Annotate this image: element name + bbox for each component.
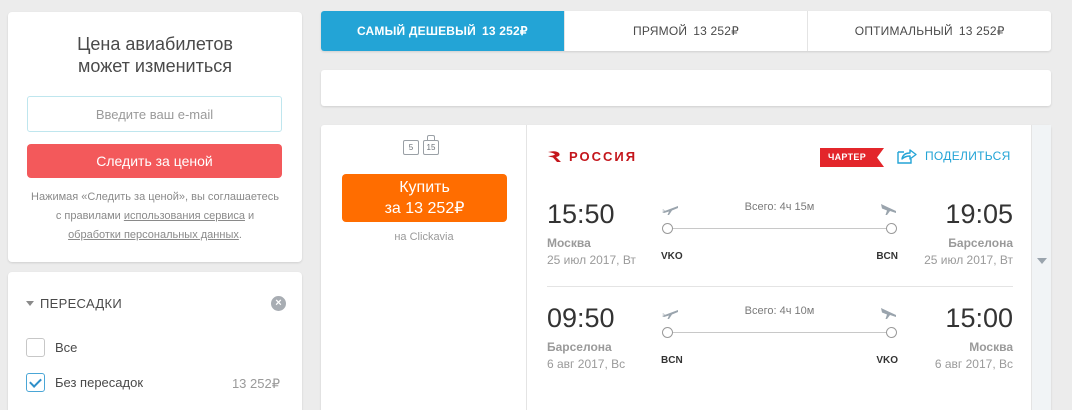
filter-option-label: Все <box>55 340 78 355</box>
flight-duration: Всего: 4ч 10м <box>744 305 815 317</box>
transfers-filter-toggle[interactable]: ПЕРЕСАДКИ <box>26 296 122 311</box>
departure-date: 25 июл 2017, Вт <box>547 253 636 267</box>
destination-airport-code: VKO <box>876 355 898 366</box>
landing-icon <box>881 308 896 319</box>
ticket-info: РОССИЯ ЧАРТЕР ПОДЕЛИТЬСЯ 15:50 Москва 25… <box>528 125 1031 410</box>
airline-logo: РОССИЯ <box>547 149 637 164</box>
tab-cheapest[interactable]: САМЫЙ ДЕШЕВЫЙ 13 252₽ <box>321 11 565 51</box>
transfers-filter-title: ПЕРЕСАДКИ <box>40 296 122 311</box>
departure-time: 15:50 <box>547 199 615 229</box>
baggage-info: 5 15 <box>403 135 439 155</box>
charter-badge: ЧАРТЕР <box>820 148 884 167</box>
route-line: Всего: 4ч 10м BCN VKO <box>661 303 898 373</box>
ticket-card: 5 15 Купить за 13 252₽ на Clickavia РОСС… <box>321 125 1051 410</box>
checkbox-nonstop[interactable] <box>26 373 45 392</box>
origin-dot <box>662 223 673 234</box>
tab-price: 13 252₽ <box>958 24 1005 38</box>
transfers-filter: ПЕРЕСАДКИ × Все Без пересадок 13 252₽ <box>8 272 302 410</box>
landing-icon <box>881 204 896 215</box>
departure-city: Барселона <box>547 340 612 354</box>
email-input[interactable] <box>27 96 282 132</box>
track-price-button[interactable]: Следить за ценой <box>27 144 282 178</box>
caret-down-icon <box>26 301 34 306</box>
tab-direct[interactable]: ПРЯМОЙ 13 252₽ <box>565 11 809 51</box>
flight-leg-return: 09:50 Барселона 6 авг 2017, Вс Всего: 4ч… <box>547 303 1013 393</box>
tab-price: 13 252₽ <box>693 24 739 38</box>
terms-of-use-link[interactable]: использования сервиса <box>124 210 245 222</box>
origin-airport-code: BCN <box>661 355 683 366</box>
departure-city: Москва <box>547 236 591 250</box>
price-alert-title-line1: Цена авиабилетов <box>77 34 233 54</box>
departure-date: 6 авг 2017, Вс <box>547 357 626 371</box>
flight-leg-outbound: 15:50 Москва 25 июл 2017, Вт Всего: 4ч 1… <box>547 199 1013 289</box>
consent-text: Нажимая «Следить за ценой», вы соглашает… <box>31 191 279 241</box>
filter-option-nonstop[interactable]: Без пересадок <box>26 373 143 392</box>
airline-name: РОССИЯ <box>569 149 638 164</box>
expand-ticket-toggle[interactable] <box>1031 125 1051 410</box>
departure-time: 09:50 <box>547 303 615 333</box>
share-icon <box>897 149 917 164</box>
destination-dot <box>886 223 897 234</box>
agency-name: на Clickavia <box>394 231 454 243</box>
filter-option-all[interactable]: Все <box>26 338 77 357</box>
arrival-city: Москва <box>969 340 1013 354</box>
luggage-icon: 15 <box>423 135 439 155</box>
arrival-time: 15:00 <box>945 303 1013 333</box>
ticket-buy-section: 5 15 Купить за 13 252₽ на Clickavia <box>321 125 527 410</box>
arrival-date: 25 июл 2017, Вт <box>924 253 1013 267</box>
buy-button[interactable]: Купить за 13 252₽ <box>342 174 507 222</box>
share-button[interactable]: ПОДЕЛИТЬСЯ <box>897 148 1011 164</box>
price-alert-card: Цена авиабилетов может измениться Следит… <box>8 12 302 262</box>
price-alert-title: Цена авиабилетов может измениться <box>8 33 302 77</box>
tab-optimal[interactable]: ОПТИМАЛЬНЫЙ 13 252₽ <box>808 11 1051 51</box>
sort-tabs: САМЫЙ ДЕШЕВЫЙ 13 252₽ ПРЯМОЙ 13 252₽ ОПТ… <box>321 11 1051 51</box>
empty-banner <box>321 70 1051 106</box>
tab-price: 13 252₽ <box>481 24 528 38</box>
clear-x-icon[interactable]: × <box>271 296 286 311</box>
origin-dot <box>662 327 673 338</box>
filter-option-label: Без пересадок <box>55 375 144 390</box>
airline-logo-icon <box>548 150 561 162</box>
route-line: Всего: 4ч 15м VKO BCN <box>661 199 898 269</box>
checkbox-all[interactable] <box>26 338 45 357</box>
handbag-icon: 5 <box>403 135 419 155</box>
leg-divider <box>547 286 1013 287</box>
origin-airport-code: VKO <box>661 251 683 262</box>
destination-airport-code: BCN <box>876 251 898 262</box>
price-alert-title-line2: может измениться <box>78 56 232 76</box>
personal-data-link[interactable]: обработки персональных данных <box>68 229 239 241</box>
arrival-time: 19:05 <box>945 199 1013 229</box>
destination-dot <box>886 327 897 338</box>
filter-option-price: 13 252₽ <box>231 376 280 391</box>
arrival-city: Барселона <box>948 236 1013 250</box>
arrival-date: 6 авг 2017, Вс <box>934 357 1013 371</box>
flight-duration: Всего: 4ч 15м <box>744 201 815 213</box>
chevron-down-icon <box>1037 258 1047 264</box>
